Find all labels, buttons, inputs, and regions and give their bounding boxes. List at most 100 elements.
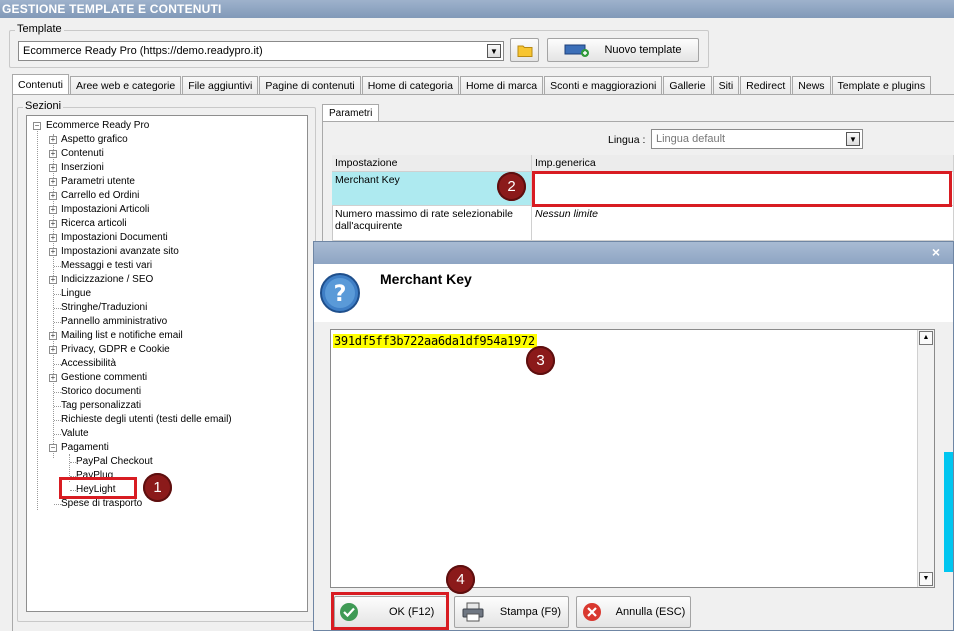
tab-home-categoria[interactable]: Home di categoria xyxy=(361,76,459,95)
tree-item-label: Indicizzazione / SEO xyxy=(61,274,154,285)
tree-item[interactable]: + Aspetto grafico xyxy=(45,133,128,147)
dialog-title: Merchant Key xyxy=(380,271,472,287)
tree-item-label: Richieste degli utenti (testi delle emai… xyxy=(61,414,232,425)
tab-news[interactable]: News xyxy=(792,76,831,95)
tree-item[interactable]: + Inserzioni xyxy=(45,161,104,175)
expand-icon[interactable]: + xyxy=(49,276,57,284)
expand-icon[interactable]: + xyxy=(49,234,57,242)
dialog-close-button[interactable]: × xyxy=(927,244,945,261)
sections-tree[interactable]: − Ecommerce Ready Pro + Aspetto grafico +… xyxy=(26,115,308,612)
tab-pagine-contenuti[interactable]: Pagine di contenuti xyxy=(259,76,361,95)
callout-2: 2 xyxy=(497,172,526,201)
expand-icon[interactable]: + xyxy=(49,248,57,256)
tree-item-label: Mailing list e notifiche email xyxy=(61,330,183,341)
tree-item[interactable]: + Gestione commenti xyxy=(45,371,147,385)
print-button-label: Stampa (F9) xyxy=(499,606,562,618)
collapse-icon[interactable]: − xyxy=(49,444,57,452)
tree-item[interactable]: Spese di trasporto xyxy=(45,497,142,511)
new-template-button[interactable]: Nuovo template xyxy=(547,38,699,62)
tree-item[interactable]: Messaggi e testi vari xyxy=(45,259,152,273)
tree-item[interactable]: Valute xyxy=(45,427,89,441)
highlight-heylight xyxy=(59,477,137,499)
tree-root-label: Ecommerce Ready Pro xyxy=(46,120,150,131)
merchant-key-dialog: × ? Merchant Key 391df5ff3b722aa6da1df95… xyxy=(313,241,954,631)
tree-item[interactable]: Accessibilità xyxy=(45,357,116,371)
tree-item[interactable]: Tag personalizzati xyxy=(45,399,141,413)
tree-item-label: Aspetto grafico xyxy=(61,134,128,145)
tab-file-aggiuntivi[interactable]: File aggiuntivi xyxy=(182,76,259,95)
tree-item[interactable]: Richieste degli utenti (testi delle emai… xyxy=(45,413,232,427)
tree-item[interactable]: + Impostazioni avanzate sito xyxy=(45,245,179,259)
textarea-scrollbar[interactable]: ▲ ▼ xyxy=(917,330,934,587)
sezioni-legend: Sezioni xyxy=(23,100,64,112)
tab-template-plugins[interactable]: Template e plugins xyxy=(831,76,932,95)
tree-item[interactable]: Storico documenti xyxy=(45,385,141,399)
expand-icon[interactable]: + xyxy=(49,192,57,200)
expand-icon[interactable]: + xyxy=(49,150,57,158)
tab-redirect[interactable]: Redirect xyxy=(740,76,792,95)
tree-item[interactable]: Lingue xyxy=(45,287,91,301)
tree-item[interactable]: + Impostazioni Articoli xyxy=(45,203,149,217)
tree-item-label: Gestione commenti xyxy=(61,372,148,383)
grid-row-rate-value[interactable]: Nessun limite xyxy=(532,206,954,241)
tab-sconti[interactable]: Sconti e maggiorazioni xyxy=(544,76,663,95)
merchant-key-textarea[interactable]: 391df5ff3b722aa6da1df954a1972 ▲ ▼ xyxy=(330,329,935,588)
tree-item[interactable]: + Contenuti xyxy=(45,147,104,161)
template-select-value: Ecommerce Ready Pro (https://demo.readyp… xyxy=(23,45,263,57)
parametri-tab[interactable]: Parametri xyxy=(322,104,380,122)
tree-item-pagamenti[interactable]: − Pagamenti xyxy=(45,441,109,455)
tree-item-label: Pagamenti xyxy=(61,442,109,453)
tab-contenuti[interactable]: Contenuti xyxy=(12,74,69,95)
tree-item-label: Contenuti xyxy=(61,148,104,159)
expand-icon[interactable]: + xyxy=(49,178,57,186)
expand-icon[interactable]: + xyxy=(49,220,57,228)
tab-gallerie[interactable]: Gallerie xyxy=(663,76,712,95)
tab-home-marca[interactable]: Home di marca xyxy=(459,76,544,95)
tree-item[interactable]: + Indicizzazione / SEO xyxy=(45,273,153,287)
tree-item-label: Messaggi e testi vari xyxy=(61,260,153,271)
tree-item-label: Accessibilità xyxy=(61,358,117,369)
tree-item[interactable]: + Ricerca articoli xyxy=(45,217,127,231)
tree-item[interactable]: + Privacy, GDPR e Cookie xyxy=(45,343,170,357)
scroll-down-icon[interactable]: ▼ xyxy=(919,572,933,586)
grid-row-rate-setting[interactable]: Numero massimo di rate selezionabile dal… xyxy=(332,206,532,241)
tree-item-label: Impostazioni Articoli xyxy=(61,204,150,215)
new-template-label: Nuovo template xyxy=(604,44,682,56)
tree-item[interactable]: + Mailing list e notifiche email xyxy=(45,329,183,343)
chevron-down-icon[interactable]: ▼ xyxy=(846,132,860,146)
expand-icon[interactable]: + xyxy=(49,206,57,214)
open-folder-button[interactable] xyxy=(510,38,539,62)
tree-item[interactable]: + Parametri utente xyxy=(45,175,135,189)
tree-item-label: Pannello amministrativo xyxy=(61,316,168,327)
main-tabs: Contenuti Aree web e categorie File aggi… xyxy=(12,74,932,95)
tree-item[interactable]: + Impostazioni Documenti xyxy=(45,231,168,245)
tree-item-paypal[interactable]: PayPal Checkout xyxy=(61,455,153,469)
callout-4: 4 xyxy=(446,565,475,594)
scroll-up-icon[interactable]: ▲ xyxy=(919,331,933,345)
template-select[interactable]: Ecommerce Ready Pro (https://demo.readyp… xyxy=(18,41,504,61)
tree-item-label: Storico documenti xyxy=(61,386,142,397)
callout-1: 1 xyxy=(143,473,172,502)
tab-aree-web[interactable]: Aree web e categorie xyxy=(69,76,182,95)
cancel-button[interactable]: Annulla (ESC) xyxy=(576,596,691,628)
expand-icon[interactable]: + xyxy=(49,346,57,354)
tree-item-label: Ricerca articoli xyxy=(61,218,127,229)
lingua-select[interactable]: Lingua default ▼ xyxy=(651,129,863,149)
tab-siti[interactable]: Siti xyxy=(712,76,740,95)
expand-icon[interactable]: + xyxy=(49,332,57,340)
expand-icon[interactable]: + xyxy=(49,164,57,172)
tree-item[interactable]: Pannello amministrativo xyxy=(45,315,167,329)
tree-item[interactable]: Stringhe/Traduzioni xyxy=(45,301,147,315)
tree-root[interactable]: − Ecommerce Ready Pro xyxy=(31,119,149,133)
printer-icon xyxy=(462,602,484,622)
collapse-icon[interactable]: − xyxy=(33,122,41,130)
cancel-button-label: Annulla (ESC) xyxy=(615,606,686,618)
svg-text:?: ? xyxy=(334,282,347,307)
tree-item[interactable]: + Carrello ed Ordini xyxy=(45,189,139,203)
chevron-down-icon[interactable]: ▼ xyxy=(487,44,501,58)
cancel-icon xyxy=(582,603,601,621)
expand-icon[interactable]: + xyxy=(49,374,57,382)
callout-3: 3 xyxy=(526,346,555,375)
print-button[interactable]: Stampa (F9) xyxy=(454,596,569,628)
expand-icon[interactable]: + xyxy=(49,136,57,144)
